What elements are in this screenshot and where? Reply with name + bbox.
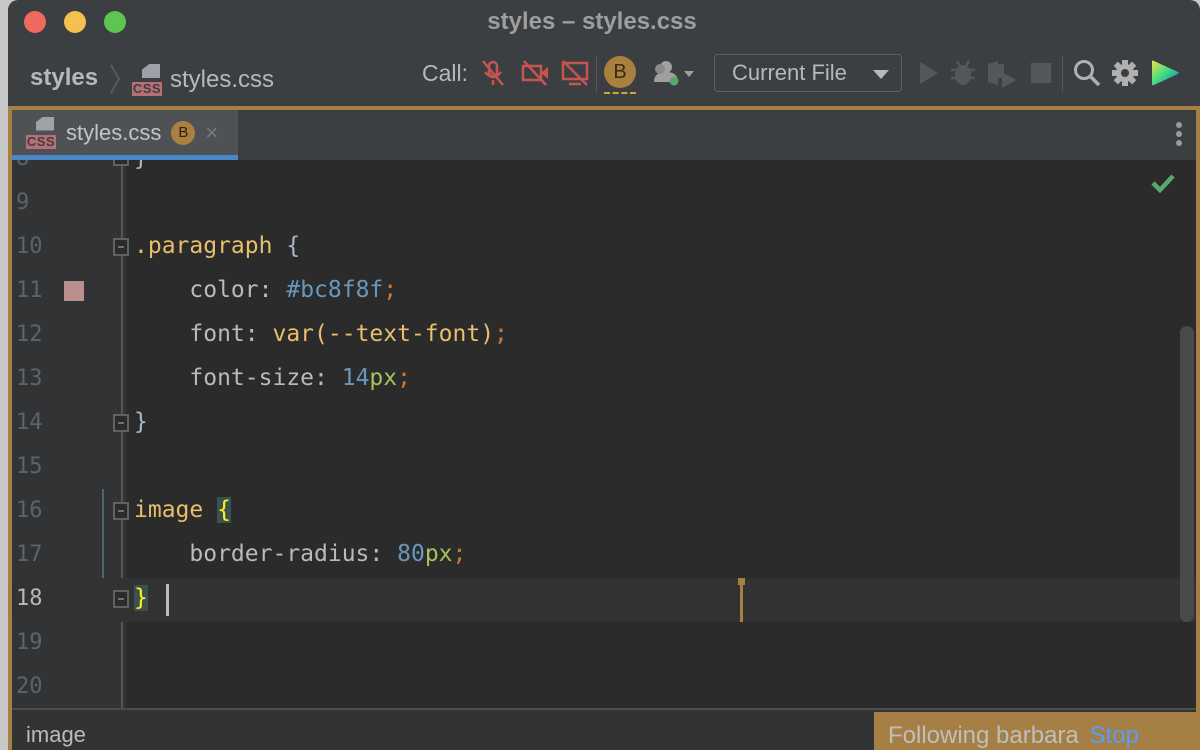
participant-badge: B — [171, 120, 196, 145]
fold-start-icon[interactable] — [113, 502, 129, 520]
css-file-icon: CSS — [26, 116, 56, 149]
participant-following-indicator — [604, 92, 636, 94]
breadcrumb-file-label: styles.css — [170, 66, 275, 93]
code-line: 14 } — [16, 409, 148, 435]
tab-styles-css[interactable]: CSS styles.css B × — [12, 110, 238, 160]
code-line: 12 font: var(--text-font); — [16, 321, 508, 347]
remote-participant-caret — [738, 578, 745, 622]
color-preview-swatch[interactable] — [64, 281, 84, 301]
fold-start-icon[interactable] — [113, 238, 129, 256]
code-line: 20 — [16, 674, 43, 699]
participants-dropdown-icon[interactable] — [648, 58, 700, 88]
no-problems-check-icon[interactable] — [1150, 172, 1176, 194]
code-editor[interactable]: 8 } 9 10 .paragraph { 11 color: #bc8f8f;… — [12, 160, 1196, 708]
following-label: Following barbara — [888, 722, 1079, 749]
breadcrumb-file[interactable]: CSS styles.css — [132, 64, 274, 96]
run-configuration-select[interactable]: Current File — [714, 54, 902, 92]
tab-title: styles.css — [66, 119, 162, 145]
code-line: 8 } — [12, 160, 1196, 182]
window-title: styles – styles.css — [487, 8, 697, 35]
code-line: 16 image { — [16, 497, 231, 523]
breadcrumb-separator-icon — [110, 64, 120, 94]
following-mode-frame: CSS styles.css B × 8 } 9 10 .paragra — [8, 106, 1200, 750]
toolbar-separator — [596, 56, 597, 92]
settings-icon[interactable] — [1110, 58, 1140, 88]
fold-end-icon[interactable] — [113, 590, 129, 608]
structure-breadcrumb[interactable]: image — [26, 722, 86, 748]
toolbox-icon[interactable] — [1148, 58, 1182, 88]
editor-tab-bar: CSS styles.css B × — [12, 110, 1196, 161]
status-bar: image Following barbara Stop — [12, 708, 1200, 750]
camera-off-icon[interactable] — [520, 58, 550, 88]
code-line: 10 .paragraph { — [16, 233, 301, 259]
breadcrumb-project[interactable]: styles — [30, 64, 98, 92]
screen-share-off-icon[interactable] — [560, 58, 590, 88]
search-icon[interactable] — [1072, 58, 1102, 88]
ide-window: styles – styles.css styles CSS styles.cs… — [8, 0, 1200, 750]
microphone-muted-icon[interactable] — [478, 58, 508, 88]
call-label: Call: — [422, 60, 469, 86]
more-options-icon[interactable] — [1176, 122, 1182, 149]
code-line: 15 — [16, 454, 43, 479]
run-configuration-label: Current File — [732, 60, 847, 85]
debug-icon[interactable] — [948, 58, 978, 88]
fold-end-icon[interactable] — [113, 160, 129, 166]
code-line: 9 — [16, 190, 30, 215]
following-banner: Following barbara Stop — [874, 712, 1200, 750]
current-code-line: 18 } — [12, 578, 1196, 622]
close-tab-icon[interactable]: × — [205, 120, 218, 146]
css-file-icon: CSS — [132, 64, 162, 96]
fold-end-icon[interactable] — [113, 414, 129, 432]
run-icon[interactable] — [914, 58, 944, 88]
chevron-down-icon — [873, 70, 889, 79]
code-line: 11 color: #bc8f8f; — [16, 277, 398, 303]
navigation-bar: styles CSS styles.css Call: B Current Fi… — [8, 48, 1200, 106]
code-line: 19 — [16, 630, 43, 655]
text-caret — [166, 584, 169, 616]
participant-avatar[interactable]: B — [604, 56, 636, 88]
stop-following-link[interactable]: Stop — [1089, 722, 1138, 749]
stop-icon[interactable] — [1026, 58, 1056, 88]
vertical-scrollbar[interactable] — [1180, 326, 1194, 622]
title-bar: styles – styles.css — [8, 0, 1200, 44]
code-line: 13 font-size: 14px; — [16, 365, 411, 391]
run-with-coverage-icon[interactable] — [984, 58, 1020, 88]
toolbar-separator — [1062, 56, 1063, 92]
code-line: 17 border-radius: 80px; — [16, 541, 467, 567]
